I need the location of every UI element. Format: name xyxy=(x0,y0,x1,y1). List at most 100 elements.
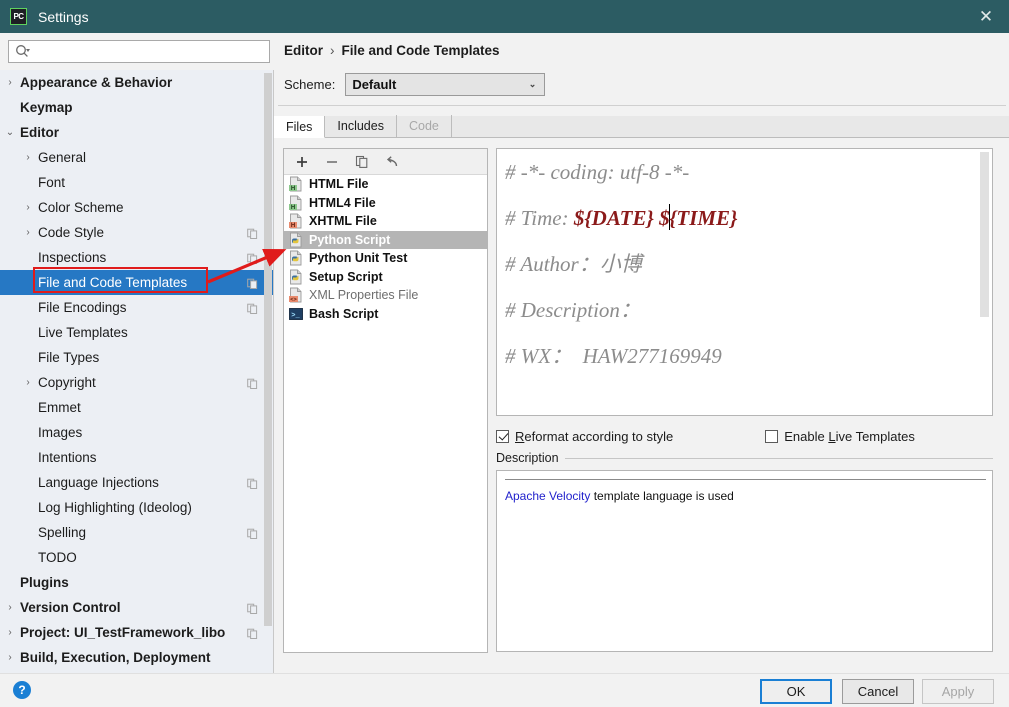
sidebar-item-editor[interactable]: ⌄Editor xyxy=(0,120,274,145)
list-item[interactable]: Setup Script xyxy=(284,268,487,287)
sidebar-item-inspections[interactable]: Inspections xyxy=(0,245,274,270)
sidebar-item-keymap[interactable]: Keymap xyxy=(0,95,274,120)
ok-button[interactable]: OK xyxy=(760,679,832,704)
sidebar-item-label: Build, Execution, Deployment xyxy=(20,650,211,665)
copy-settings-icon[interactable] xyxy=(247,477,258,488)
sidebar-item-file-encodings[interactable]: File Encodings xyxy=(0,295,274,320)
sidebar-item-intentions[interactable]: Intentions xyxy=(0,445,274,470)
sidebar-item-version-control[interactable]: ›Version Control xyxy=(0,595,274,620)
list-item-label: XHTML File xyxy=(309,214,377,228)
breadcrumb-parent[interactable]: Editor xyxy=(284,43,323,58)
help-icon[interactable]: ? xyxy=(13,681,31,699)
sidebar-item-language-injections[interactable]: Language Injections xyxy=(0,470,274,495)
template-file-list[interactable]: HHTML File H HTML4 File HXHTML FilePython S… xyxy=(283,148,488,653)
sidebar-item-images[interactable]: Images xyxy=(0,420,274,445)
settings-tree[interactable]: ›Appearance & BehaviorKeymap⌄Editor›Gene… xyxy=(0,70,274,673)
copy-settings-icon[interactable] xyxy=(247,627,258,638)
settings-detail-panel: Editor › File and Code Templates Scheme:… xyxy=(274,33,1009,673)
sidebar-item-label: Emmet xyxy=(38,400,81,415)
sidebar-item-copyright[interactable]: ›Copyright xyxy=(0,370,274,395)
tab-includes[interactable]: Includes xyxy=(325,115,397,137)
sidebar-item-build-execution-deployment[interactable]: ›Build, Execution, Deployment xyxy=(0,645,274,670)
sidebar-item-font[interactable]: Font xyxy=(0,170,274,195)
list-item-label: HTML4 File xyxy=(309,196,376,210)
sidebar-item-plugins[interactable]: Plugins xyxy=(0,570,274,595)
sidebar-item-project-ui-testframework-libo[interactable]: ›Project: UI_TestFramework_libo xyxy=(0,620,274,645)
list-item[interactable]: HXHTML File xyxy=(284,212,487,231)
list-item[interactable]: Python Unit Test xyxy=(284,249,487,268)
copy-template-button[interactable] xyxy=(354,154,370,170)
chevron-right-icon[interactable]: › xyxy=(0,652,20,663)
chevron-right-icon[interactable]: › xyxy=(18,152,38,163)
description-title: Description xyxy=(496,451,565,465)
chevron-right-icon[interactable]: › xyxy=(18,227,38,238)
list-item-label: Setup Script xyxy=(309,270,383,284)
sidebar-item-label: Editor xyxy=(20,125,59,140)
chevron-right-icon[interactable]: › xyxy=(18,377,38,388)
reformat-checkbox[interactable]: Reformat according to style xyxy=(496,429,673,444)
tab-files[interactable]: Files xyxy=(274,116,325,138)
copy-settings-icon[interactable] xyxy=(247,252,258,263)
search-input[interactable] xyxy=(33,42,269,61)
sidebar-item-general[interactable]: ›General xyxy=(0,145,274,170)
sidebar-item-spelling[interactable]: Spelling xyxy=(0,520,274,545)
sidebar-item-color-scheme[interactable]: ›Color Scheme xyxy=(0,195,274,220)
chevron-right-icon[interactable]: › xyxy=(18,202,38,213)
copy-settings-icon[interactable] xyxy=(247,277,258,288)
live-templates-checkbox[interactable]: Enable Live Templates xyxy=(765,429,915,444)
template-text-editor[interactable]: # -*- coding: utf-8 -*-# Time: ${DATE} $… xyxy=(496,148,993,416)
copy-settings-icon[interactable] xyxy=(247,377,258,388)
sidebar-item-file-types[interactable]: File Types xyxy=(0,345,274,370)
list-item[interactable]: <>XML Properties File xyxy=(284,286,487,305)
chevron-right-icon[interactable]: › xyxy=(0,602,20,613)
list-item[interactable]: Python Script xyxy=(284,231,487,250)
sidebar-item-label: File Types xyxy=(38,350,99,365)
editor-scrollbar[interactable] xyxy=(980,152,989,317)
sidebar-item-label: Code Style xyxy=(38,225,104,240)
list-item-label: HTML File xyxy=(309,177,369,191)
sidebar-item-live-templates[interactable]: Live Templates xyxy=(0,320,274,345)
sidebar-item-log-highlighting-ideolog[interactable]: Log Highlighting (Ideolog) xyxy=(0,495,274,520)
copy-settings-icon[interactable] xyxy=(247,302,258,313)
chevron-down-icon[interactable]: ⌄ xyxy=(0,127,20,138)
add-template-button[interactable] xyxy=(294,154,310,170)
sidebar-item-todo[interactable]: TODO xyxy=(0,545,274,570)
templates-content: HHTML File H HTML4 File HXHTML FilePython S… xyxy=(274,138,1009,673)
bash-file-icon: >_ xyxy=(288,306,304,322)
copy-settings-icon[interactable] xyxy=(247,602,258,613)
reset-template-button[interactable] xyxy=(384,154,400,170)
sidebar-item-file-and-code-templates[interactable]: File and Code Templates xyxy=(0,270,274,295)
reformat-checkbox-box[interactable] xyxy=(496,430,509,443)
list-item[interactable]: HHTML File xyxy=(284,175,487,194)
list-item[interactable]: >_Bash Script xyxy=(284,305,487,324)
svg-text:H: H xyxy=(291,205,295,211)
sidebar-scrollbar[interactable] xyxy=(264,73,272,626)
sidebar-item-code-style[interactable]: ›Code Style xyxy=(0,220,274,245)
cancel-button[interactable]: Cancel xyxy=(842,679,914,704)
description-rest: template language is used xyxy=(590,489,733,503)
chevron-right-icon[interactable]: › xyxy=(0,77,20,88)
template-variable: ${DATE} xyxy=(574,206,654,230)
code-text: # Author：小博 xyxy=(505,252,642,276)
scheme-dropdown[interactable]: Default ⌄ xyxy=(345,73,545,96)
reformat-checkbox-label: Reformat according to style xyxy=(515,429,673,444)
copy-settings-icon[interactable] xyxy=(247,527,258,538)
list-item-label: Python Unit Test xyxy=(309,251,407,265)
sidebar-item-appearance-behavior[interactable]: ›Appearance & Behavior xyxy=(0,70,274,95)
code-text: # -*- coding: utf-8 -*- xyxy=(505,160,689,184)
description-box: Apache Velocity template language is use… xyxy=(496,470,993,652)
live-templates-checkbox-box[interactable] xyxy=(765,430,778,443)
svg-text:<>: <> xyxy=(290,297,296,303)
sidebar-item-emmet[interactable]: Emmet xyxy=(0,395,274,420)
settings-search-box[interactable] xyxy=(8,40,270,63)
chevron-right-icon[interactable]: › xyxy=(0,627,20,638)
remove-template-button[interactable] xyxy=(324,154,340,170)
copy-settings-icon[interactable] xyxy=(247,227,258,238)
apache-velocity-link[interactable]: Apache Velocity xyxy=(505,489,590,503)
scheme-label: Scheme: xyxy=(284,77,335,92)
window-title: Settings xyxy=(38,9,89,25)
svg-text:>_: >_ xyxy=(291,312,300,320)
close-icon[interactable]: ✕ xyxy=(963,0,1009,33)
list-item[interactable]: H HTML4 File xyxy=(284,194,487,213)
sidebar-item-label: Keymap xyxy=(20,100,73,115)
